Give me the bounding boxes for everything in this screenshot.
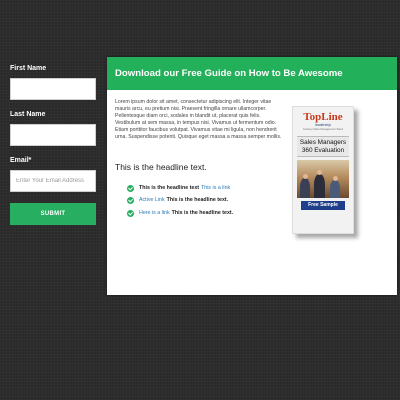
list-item: Here is a link This is the headline text… [127,207,233,220]
submit-button[interactable]: SUBMIT [10,203,96,225]
check-icon [127,209,134,217]
book-tagline: Growing Sales Management Talent [302,128,344,131]
check-icon [127,184,134,192]
free-sample-badge: Free Sample [301,201,345,210]
book-title-line1: Sales Managers [299,139,347,146]
book-photo [297,160,349,198]
book-title: Sales Managers 360 Evaluation [297,136,349,157]
book-logo: TopLine leadership Growing Sales Managem… [293,107,353,132]
card-title: Download our Free Guide on How to Be Awe… [107,57,397,90]
person-head [332,176,338,181]
first-name-label: First Name [10,65,47,72]
last-name-field[interactable] [10,124,96,146]
list-item-link[interactable]: This is a link [201,184,230,193]
check-icon [127,197,134,205]
list-item-text: This is the headline text. [171,209,234,216]
book-title-line2: 360 Evaluation [301,146,345,154]
list-item-link[interactable]: Active Link [139,196,165,205]
body-paragraph: Lorem ipsum dolor sit amet, consectetur … [115,99,282,140]
list-item-text: This is the headline text. [166,197,229,204]
book-brand: TopLine [303,111,343,123]
email-label: Email* [10,157,32,164]
person-head [302,174,308,179]
checklist: This is the headline text This is a link… [127,182,233,220]
book-brand-sub: leadership [315,123,331,127]
person-head [317,170,322,175]
last-name-label: Last Name [10,111,46,118]
list-item-link[interactable]: Here is a link [139,209,170,218]
email-field[interactable] [10,170,96,192]
person-figure [314,174,325,198]
guide-card: Download our Free Guide on How to Be Awe… [107,57,397,295]
headline-text: This is the headline text. [115,162,207,172]
list-item-text: This is the headline text [139,184,200,191]
list-item: This is the headline text This is a link [127,182,233,195]
first-name-field[interactable] [10,78,96,100]
list-item: Active Link This is the headline text. [127,195,233,208]
book-cover-image: TopLine leadership Growing Sales Managem… [292,106,354,234]
signup-form: First Name Last Name Email* SUBMIT [10,64,96,225]
person-figure [330,180,340,198]
person-figure [300,178,310,198]
